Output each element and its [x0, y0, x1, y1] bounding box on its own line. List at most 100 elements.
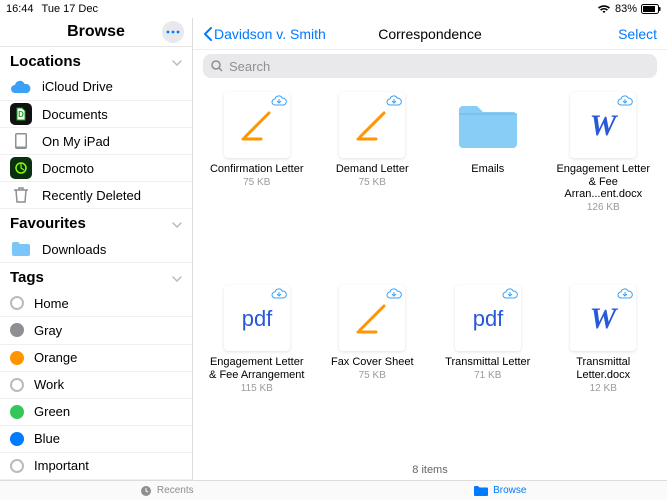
sidebar-tag-green[interactable]: Green [0, 399, 192, 426]
sidebar-tag-blue[interactable]: Blue [0, 426, 192, 453]
file-name: Confirmation Letter [210, 163, 304, 176]
file-name: Engagement Letter & Fee Arran...ent.docx [556, 163, 652, 201]
file-name: Engagement Letter & Fee Arrangement [209, 356, 305, 381]
sidebar-tag-home[interactable]: Home [0, 290, 192, 317]
clock-icon [140, 485, 152, 497]
sidebar-item-docmoto[interactable]: Docmoto [0, 155, 192, 182]
cloud-download-icon [386, 288, 402, 303]
search-icon [211, 60, 223, 72]
file-thumb [224, 92, 290, 158]
folder-icon [474, 485, 488, 496]
sidebar-tag-important[interactable]: Important [0, 453, 192, 480]
chevron-down-icon [172, 215, 182, 232]
sidebar-item-label: Downloads [42, 242, 106, 257]
sidebar-tag-work[interactable]: Work [0, 372, 192, 399]
tag-dot-icon [10, 323, 24, 337]
item-count: 8 items [193, 460, 667, 480]
file-name: Transmittal Letter [445, 356, 530, 369]
tag-label: Important [34, 458, 89, 473]
more-button[interactable] [162, 21, 184, 43]
sidebar-tag-gray[interactable]: Gray [0, 317, 192, 344]
file-item[interactable]: pdfEngagement Letter & Fee Arrangement11… [209, 285, 305, 460]
file-meta: 71 KB [474, 370, 501, 381]
tag-dot-icon [10, 378, 24, 392]
svg-text:pdf: pdf [472, 306, 503, 331]
file-item[interactable]: Confirmation Letter75 KB [209, 92, 305, 279]
file-thumb: pdf [224, 285, 290, 351]
sidebar-item-recentlydeleted[interactable]: Recently Deleted [0, 182, 192, 209]
tab-label: Browse [493, 485, 526, 496]
svg-text:D: D [18, 110, 24, 119]
sidebar-item-documents[interactable]: D Documents [0, 101, 192, 128]
tab-label: Recents [157, 485, 194, 496]
file-item[interactable]: W Engagement Letter & Fee Arran...ent.doc… [556, 92, 652, 279]
sidebar-item-label: Documents [42, 107, 108, 122]
section-head-favourites[interactable]: Favourites [0, 209, 192, 236]
svg-text:pdf: pdf [241, 306, 272, 331]
chevron-down-icon [172, 269, 182, 286]
main-area: Davidson v. Smith Correspondence Select … [193, 18, 667, 480]
cloud-download-icon [617, 288, 633, 303]
sidebar-item-onmyipad[interactable]: On My iPad [0, 128, 192, 155]
file-name: Fax Cover Sheet [331, 356, 414, 369]
tag-label: Blue [34, 431, 60, 446]
battery-icon [641, 4, 661, 14]
wifi-icon [597, 4, 611, 14]
section-head-tags[interactable]: Tags [0, 263, 192, 290]
folder-icon [10, 238, 32, 260]
status-time: 16:44 [6, 3, 34, 15]
cloud-download-icon [271, 288, 287, 303]
docmoto-icon [10, 157, 32, 179]
file-thumb: W [570, 92, 636, 158]
select-button[interactable]: Select [618, 26, 657, 42]
chevron-down-icon [172, 53, 182, 70]
file-item[interactable]: Fax Cover Sheet75 KB [325, 285, 421, 460]
tag-label: Orange [34, 350, 77, 365]
file-meta: 75 KB [359, 177, 386, 188]
page-title: Correspondence [378, 26, 482, 42]
file-meta: 75 KB [243, 177, 270, 188]
file-item[interactable]: Emails [440, 92, 536, 279]
tab-browse[interactable]: Browse [334, 481, 667, 500]
sidebar-item-downloads[interactable]: Downloads [0, 236, 192, 263]
section-head-locations[interactable]: Locations [0, 47, 192, 74]
tag-dot-icon [10, 351, 24, 365]
sidebar-tag-orange[interactable]: Orange [0, 345, 192, 372]
file-name: Demand Letter [336, 163, 409, 176]
tag-label: Work [34, 377, 64, 392]
status-date: Tue 17 Dec [42, 3, 98, 15]
sidebar-item-label: On My iPad [42, 134, 110, 149]
file-item[interactable]: pdf Transmittal Letter71 KB [440, 285, 536, 460]
file-thumb: pdf [455, 285, 521, 351]
section-label: Favourites [10, 215, 86, 232]
tag-label: Home [34, 296, 69, 311]
file-item[interactable]: Demand Letter75 KB [325, 92, 421, 279]
file-thumb [339, 285, 405, 351]
file-item[interactable]: WTransmittal Letter.docx12 KB [556, 285, 652, 460]
cloud-download-icon [617, 95, 633, 110]
tag-label: Green [34, 404, 70, 419]
section-label: Locations [10, 53, 81, 70]
file-thumb [339, 92, 405, 158]
tab-recents[interactable]: Recents [0, 481, 334, 500]
file-meta: 126 KB [587, 202, 620, 213]
sidebar-item-label: iCloud Drive [42, 79, 113, 94]
tag-label: Gray [34, 323, 62, 338]
cloud-download-icon [386, 95, 402, 110]
cloud-download-icon [502, 288, 518, 303]
sidebar-item-label: Docmoto [42, 161, 94, 176]
trash-icon [10, 184, 32, 206]
tag-dot-icon [10, 405, 24, 419]
search-input[interactable]: Search [203, 54, 657, 78]
search-placeholder: Search [229, 59, 270, 74]
svg-text:W: W [590, 302, 619, 335]
sidebar-item-icloud[interactable]: iCloud Drive [0, 74, 192, 101]
tag-dot-icon [10, 459, 24, 473]
icloud-icon [10, 76, 32, 98]
battery-percent: 83% [615, 3, 637, 15]
sidebar-title: Browse [10, 23, 182, 41]
tag-dot-icon [10, 296, 24, 310]
tag-dot-icon [10, 432, 24, 446]
ipad-icon [10, 130, 32, 152]
back-button[interactable]: Davidson v. Smith [203, 26, 326, 42]
